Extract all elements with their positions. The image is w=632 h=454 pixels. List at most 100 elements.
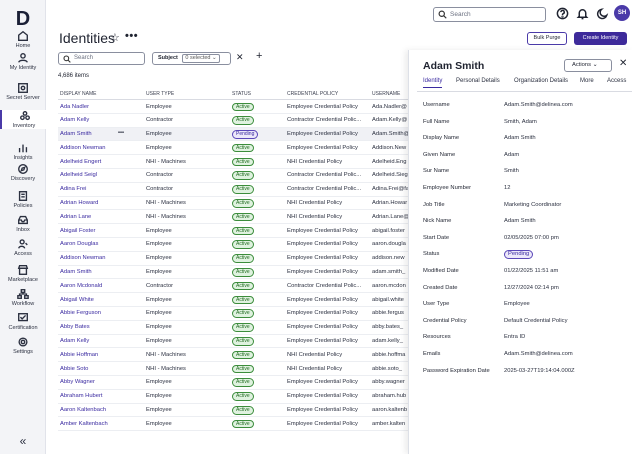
- row-username: abraham.hub: [372, 393, 407, 400]
- sidebar-item-inventory[interactable]: Inventory: [0, 110, 46, 129]
- table-row[interactable]: Amber Kaltenbach Employee Active Employee C…: [58, 417, 408, 432]
- row-user-type: NHI - Machines: [146, 351, 186, 358]
- row-display-name[interactable]: Adina Frei: [60, 186, 86, 192]
- sidebar-item-home[interactable]: Home: [0, 30, 46, 49]
- row-display-name[interactable]: Amber Kaltenbach: [60, 421, 108, 427]
- table-row[interactable]: Aaron Mcdonald Contractor Active Contractor…: [58, 279, 408, 294]
- tab-identity[interactable]: Identity: [423, 78, 443, 88]
- identity-detail-panel: Adam Smith Actions ⌄ ✕ Identity Personal …: [408, 50, 632, 454]
- sidebar-item-policies[interactable]: Policies: [0, 190, 46, 209]
- sidebar-item-my-identity[interactable]: My Identity: [0, 52, 46, 71]
- field-label: Sur Name: [423, 168, 450, 175]
- tab-more[interactable]: More: [580, 78, 594, 84]
- table-row[interactable]: Addison Newman Employee Active Employee Cre…: [58, 141, 408, 156]
- status-badge: Active: [232, 102, 254, 111]
- row-display-name[interactable]: Abbie Ferguson: [60, 310, 101, 316]
- bulk-purge-button[interactable]: Bulk Purge: [527, 32, 567, 45]
- table-row[interactable]: Adam Kelly Employee Active Employee Credent…: [58, 335, 408, 349]
- row-display-name[interactable]: Adrian Lane: [60, 214, 91, 220]
- column-header-username[interactable]: Username: [372, 91, 400, 97]
- row-display-name[interactable]: Adam Smith: [60, 131, 92, 137]
- user-avatar[interactable]: SH: [614, 5, 630, 21]
- clear-filter-button[interactable]: ✕: [236, 52, 244, 63]
- table-row[interactable]: Aaron Kaltenbach Employee Active Employee C…: [58, 404, 408, 418]
- table-row[interactable]: Adam Smith ••• Employee Pending Employee Cre…: [58, 127, 408, 142]
- table-row[interactable]: Adam Kelly Contractor Active Contractor Cre…: [58, 114, 408, 128]
- column-header-status[interactable]: Status: [232, 91, 251, 97]
- row-display-name[interactable]: Abraham Hubert: [60, 393, 103, 399]
- table-row[interactable]: Abbie Hoffman NHI - Machines Active NHI Cre…: [58, 348, 408, 363]
- table-row[interactable]: Adrian Howard NHI - Machines Active NHI Cre…: [58, 197, 408, 211]
- create-identity-button[interactable]: Create Identity: [574, 32, 627, 45]
- subject-filter-select[interactable]: 0 selected ⌄: [182, 54, 220, 63]
- actions-dropdown[interactable]: Actions ⌄: [564, 59, 612, 72]
- sidebar-item-discovery[interactable]: Discovery: [0, 163, 46, 182]
- collapse-sidebar-button[interactable]: «: [0, 434, 46, 448]
- global-search-input[interactable]: Search: [433, 7, 546, 22]
- row-display-name[interactable]: Adelheid Seigl: [60, 172, 97, 178]
- table-row[interactable]: Abbie Ferguson Employee Active Employee Cre…: [58, 307, 408, 321]
- row-display-name[interactable]: Aaron Mcdonald: [60, 283, 102, 289]
- row-display-name[interactable]: Aaron Douglas: [60, 241, 98, 247]
- brand-logo[interactable]: D: [0, 8, 46, 31]
- column-header-credential-policy[interactable]: Credential Policy: [287, 91, 338, 97]
- table-row[interactable]: Addison Newman Employee Active Employee Cre…: [58, 252, 408, 266]
- row-display-name[interactable]: Abigail Foster: [60, 228, 95, 234]
- sidebar-item-settings[interactable]: Settings: [0, 336, 46, 355]
- tab-personal-details[interactable]: Personal Details: [456, 78, 500, 84]
- top-bar: Search SH: [46, 0, 632, 28]
- row-display-name[interactable]: Adrian Howard: [60, 200, 98, 206]
- row-user-type: NHI - Machines: [146, 213, 186, 220]
- table-row[interactable]: Abraham Hubert Employee Active Employee Cre…: [58, 390, 408, 404]
- row-display-name[interactable]: Abbie Soto: [60, 366, 88, 372]
- table-row[interactable]: Abby Wagner Employee Active Employee Creden…: [58, 376, 408, 390]
- row-display-name[interactable]: Addison Newman: [60, 145, 105, 151]
- table-row[interactable]: Adelheid Engert NHI - Machines Active NHI C…: [58, 155, 408, 169]
- table-row[interactable]: Adam Smith Employee Active Employee Credent…: [58, 266, 408, 280]
- table-row[interactable]: Adelheid Seigl Contractor Active Contractor…: [58, 169, 408, 183]
- row-credential-policy: Employee Credential Policy: [287, 241, 358, 248]
- table-row[interactable]: Abigail Foster Employee Active Employee Cre…: [58, 224, 408, 238]
- page-more-button[interactable]: •••: [125, 30, 138, 42]
- row-display-name[interactable]: Abby Bates: [60, 324, 90, 330]
- row-display-name[interactable]: Adam Kelly: [60, 117, 89, 123]
- row-display-name[interactable]: Adelheid Engert: [60, 159, 101, 165]
- row-display-name[interactable]: Ada Nadler: [60, 104, 89, 110]
- tab-access[interactable]: Access: [607, 78, 626, 84]
- status-badge: Active: [232, 364, 254, 374]
- column-header-display-name[interactable]: Display Name: [60, 91, 97, 97]
- table-row[interactable]: Abbie Soto NHI - Machines Active NHI Creden…: [58, 362, 408, 376]
- row-display-name[interactable]: Adam Smith: [60, 269, 92, 275]
- column-header-user-type[interactable]: User Type: [146, 91, 174, 97]
- sidebar-item-certification[interactable]: Certification: [0, 312, 46, 331]
- identity-search-input[interactable]: Search: [58, 52, 145, 65]
- add-filter-button[interactable]: +: [256, 50, 262, 62]
- row-display-name[interactable]: Aaron Kaltenbach: [60, 407, 106, 413]
- row-display-name[interactable]: Abbie Hoffman: [60, 352, 98, 358]
- sidebar-item-marketplace[interactable]: Marketplace: [0, 264, 46, 283]
- row-display-name[interactable]: Abby Wagner: [60, 379, 95, 385]
- help-icon[interactable]: [556, 7, 569, 20]
- row-more-button[interactable]: •••: [118, 130, 124, 136]
- table-row[interactable]: Adrian Lane NHI - Machines Active NHI Crede…: [58, 210, 408, 225]
- theme-toggle-icon[interactable]: [596, 7, 609, 20]
- subject-filter[interactable]: Subject 0 selected ⌄: [152, 52, 231, 65]
- table-row[interactable]: Ada Nadler Employee Active Employee Credent…: [58, 100, 408, 114]
- close-panel-icon[interactable]: ✕: [619, 58, 627, 69]
- sidebar-item-secret-server[interactable]: Secret Server: [0, 82, 46, 101]
- table-row[interactable]: Adina Frei Contractor Active Contractor Cre…: [58, 183, 408, 197]
- sidebar-item-workflow[interactable]: Workflow: [0, 288, 46, 307]
- sidebar-item-inbox[interactable]: Inbox: [0, 214, 46, 233]
- tab-organization-details[interactable]: Organization Details: [514, 78, 568, 84]
- field-row: Job Title Marketing Coordinator: [423, 202, 628, 219]
- table-row[interactable]: Aaron Douglas Employee Active Employee Cred…: [58, 238, 408, 252]
- notification-bell-icon[interactable]: [576, 7, 589, 20]
- row-display-name[interactable]: Abigail White: [60, 297, 94, 303]
- table-row[interactable]: Abby Bates Employee Active Employee Credent…: [58, 321, 408, 335]
- sidebar-item-access[interactable]: Access: [0, 238, 46, 257]
- sidebar-item-insights[interactable]: Insights: [0, 142, 46, 161]
- table-row[interactable]: Abigail White Employee Active Employee Cred…: [58, 293, 408, 307]
- row-display-name[interactable]: Addison Newman: [60, 255, 105, 261]
- row-display-name[interactable]: Adam Kelly: [60, 338, 89, 344]
- favorite-star-icon[interactable]: ☆: [110, 31, 120, 44]
